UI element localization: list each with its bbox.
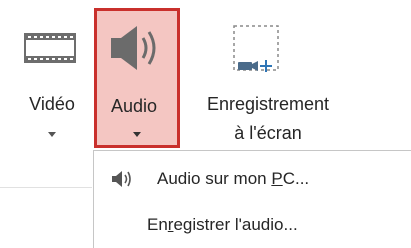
- video-dropdown-caret-icon: [48, 132, 56, 137]
- film-strip-icon: [24, 26, 76, 75]
- speaker-small-icon: [111, 169, 133, 194]
- video-button[interactable]: Vidéo: [12, 12, 92, 155]
- video-label: Vidéo: [29, 94, 75, 114]
- speaker-icon: [109, 24, 165, 77]
- audio-label: Audio: [110, 96, 158, 116]
- insert-media-ribbon: Vidéo Audio Enregistrement à l'écran Aud…: [0, 0, 411, 248]
- menu-item-audio-on-pc[interactable]: Audio sur mon PC...: [94, 161, 411, 201]
- menu-item-label: Audio sur mon PC...: [157, 169, 310, 188]
- audio-dropdown-menu: Audio sur mon PC... Enregistrer l'audio.…: [93, 150, 411, 248]
- screen-recording-label-line1: Enregistrement: [206, 94, 330, 114]
- menu-item-record-audio[interactable]: Enregistrer l'audio...: [94, 207, 411, 247]
- ribbon-divider: [0, 187, 92, 188]
- screen-record-icon: [230, 22, 286, 87]
- screen-recording-button[interactable]: Enregistrement à l'écran: [180, 12, 356, 155]
- menu-item-label: Enregistrer l'audio...: [147, 215, 298, 234]
- audio-button[interactable]: Audio: [94, 8, 180, 148]
- audio-dropdown-caret-icon: [133, 132, 141, 137]
- screen-recording-label-line2: à l'écran: [234, 123, 302, 143]
